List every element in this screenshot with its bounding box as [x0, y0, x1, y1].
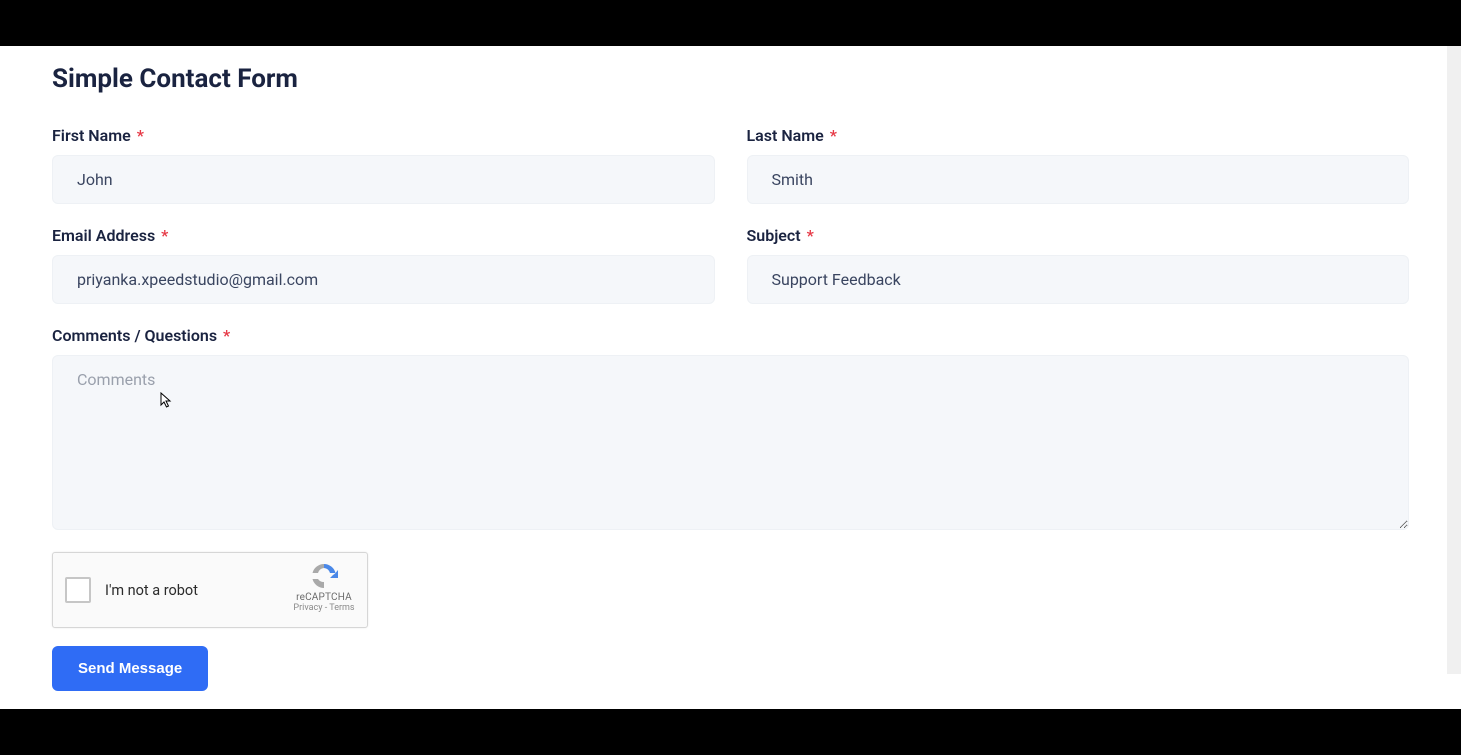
page-title: Simple Contact Form — [52, 64, 1409, 94]
email-label: Email Address * — [52, 226, 715, 245]
top-black-bar — [0, 0, 1461, 46]
page-content: Simple Contact Form First Name * Last Na… — [0, 46, 1461, 709]
email-label-text: Email Address — [52, 226, 155, 245]
field-first-name: First Name * — [52, 126, 715, 204]
recaptcha-widget[interactable]: I'm not a robot reCAPTCHA Privacy - Term… — [52, 552, 368, 628]
row-comments: Comments / Questions * — [52, 326, 1409, 530]
recaptcha-label: I'm not a robot — [105, 582, 198, 599]
first-name-input[interactable] — [52, 155, 715, 204]
recaptcha-brand-links: Privacy - Terms — [291, 603, 357, 613]
last-name-label-text: Last Name — [747, 126, 824, 145]
subject-label: Subject * — [747, 226, 1410, 245]
last-name-label: Last Name * — [747, 126, 1410, 145]
comments-label-text: Comments / Questions — [52, 326, 217, 345]
field-comments: Comments / Questions * — [52, 326, 1409, 530]
field-last-name: Last Name * — [747, 126, 1410, 204]
bottom-black-bar — [0, 709, 1461, 755]
recaptcha-icon — [308, 561, 340, 591]
vertical-scrollbar[interactable] — [1447, 46, 1461, 674]
field-subject: Subject * — [747, 226, 1410, 304]
required-mark: * — [223, 326, 230, 345]
recaptcha-brand: reCAPTCHA Privacy - Terms — [291, 561, 357, 613]
first-name-label-text: First Name — [52, 126, 131, 145]
subject-input[interactable] — [747, 255, 1410, 304]
last-name-input[interactable] — [747, 155, 1410, 204]
subject-label-text: Subject — [747, 226, 801, 245]
row-email-subject: Email Address * Subject * — [52, 226, 1409, 304]
comments-label: Comments / Questions * — [52, 326, 1409, 345]
recaptcha-checkbox[interactable] — [65, 577, 91, 603]
required-mark: * — [830, 126, 837, 145]
send-message-button[interactable]: Send Message — [52, 646, 208, 691]
row-name: First Name * Last Name * — [52, 126, 1409, 204]
required-mark: * — [161, 226, 168, 245]
email-input[interactable] — [52, 255, 715, 304]
required-mark: * — [807, 226, 814, 245]
recaptcha-brand-name: reCAPTCHA — [291, 592, 357, 603]
field-email: Email Address * — [52, 226, 715, 304]
first-name-label: First Name * — [52, 126, 715, 145]
comments-textarea[interactable] — [52, 355, 1409, 530]
required-mark: * — [137, 126, 144, 145]
